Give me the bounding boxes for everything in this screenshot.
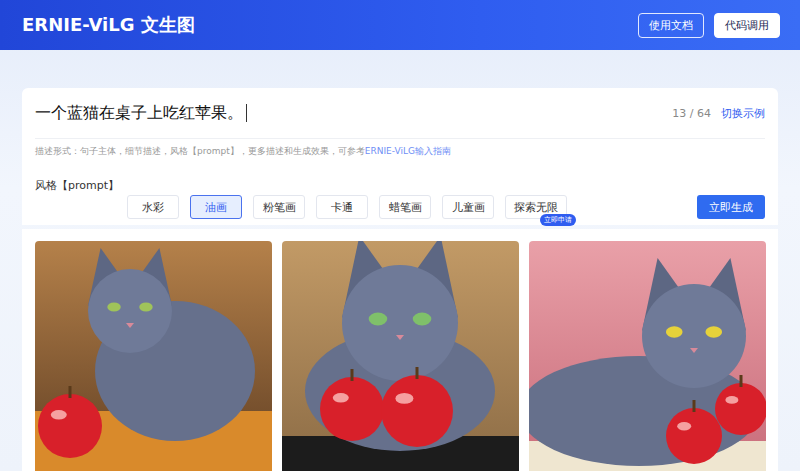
apply-badge: 立即申请 (540, 214, 576, 226)
header-button[interactable]: 代码调用 (714, 13, 780, 38)
style-option[interactable]: 蜡笔画 (379, 195, 431, 219)
style-label: 风格【prompt】 (35, 158, 765, 193)
app-title: ERNIE-ViLG 文生图 (22, 13, 195, 37)
prompt-card: 一个蓝猫在桌子上吃红苹果。 13 / 64 切换示例描述形式：句子主体，细节描述，风… (22, 88, 778, 225)
generated-image[interactable] (282, 241, 519, 471)
switch-example-link[interactable]: 切换示例 (721, 106, 765, 121)
results-panel (22, 229, 778, 471)
guide-link[interactable]: ERNIE-ViLG输入指南 (365, 146, 451, 156)
prompt-input[interactable]: 一个蓝猫在桌子上吃红苹果。 (35, 103, 662, 124)
cat-painting-icon (282, 241, 519, 471)
style-option[interactable]: 探索无限 立即申请 (505, 195, 567, 219)
style-option[interactable]: 卡通 (316, 195, 368, 219)
char-count: 13 / 64 (672, 107, 711, 120)
generated-image[interactable] (529, 241, 766, 471)
header: ERNIE-ViLG 文生图 使用文档代码调用 (0, 0, 800, 50)
hint-text: 描述形式：句子主体，细节描述，风格【prompt】，更多描述和生成效果，可参考E… (35, 139, 765, 158)
style-option[interactable]: 儿童画 (442, 195, 494, 219)
style-option[interactable]: 油画 (190, 195, 242, 219)
header-button[interactable]: 使用文档 (638, 13, 704, 38)
generated-image[interactable] (35, 241, 272, 471)
cat-painting-icon (35, 241, 272, 471)
style-option[interactable]: 水彩 (127, 195, 179, 219)
style-option[interactable]: 粉笔画 (253, 195, 305, 219)
generate-button[interactable]: 立即生成 (697, 195, 765, 219)
style-options: 水彩 油画 粉笔画 卡通 蜡笔画 儿童画 探索无限 立即申请 (127, 195, 567, 219)
page: ERNIE-ViLG 文生图 使用文档代码调用一个蓝猫在桌子上吃红苹果。 13 / … (0, 0, 800, 471)
cat-painting-icon (529, 241, 766, 471)
